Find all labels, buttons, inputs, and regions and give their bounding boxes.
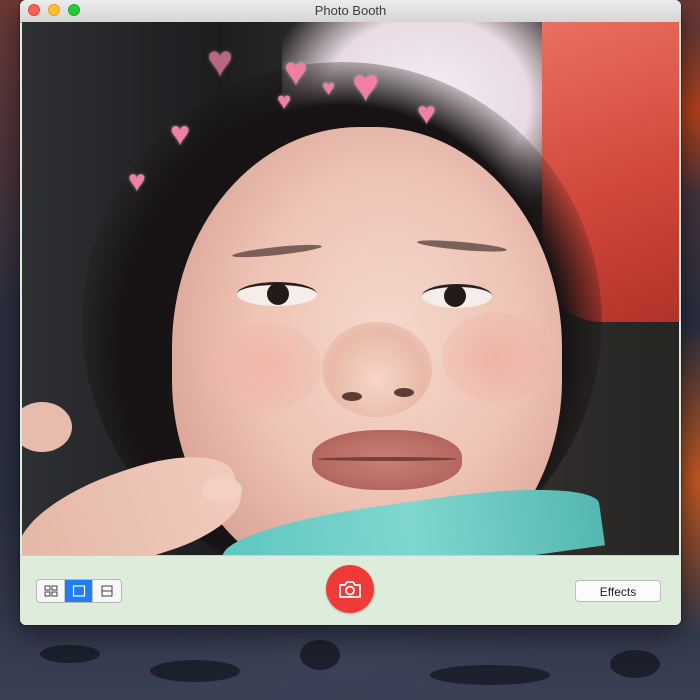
preview-nostril-right <box>394 388 414 397</box>
preview-cheek-left <box>202 322 322 412</box>
grid-four-button[interactable] <box>37 580 65 602</box>
wallpaper-speck <box>300 640 340 670</box>
heart-effect-icon: ♥ <box>128 165 146 198</box>
wallpaper-speck <box>40 645 100 663</box>
bottom-toolbar: Effects <box>20 555 681 625</box>
layout-selector <box>36 579 122 603</box>
heart-effect-icon: ♥ <box>207 37 234 86</box>
camera-icon <box>339 581 361 598</box>
window-title: Photo Booth <box>314 3 387 18</box>
grid-four-icon <box>44 585 57 597</box>
single-frame-icon <box>72 585 85 597</box>
wallpaper-speck <box>610 650 660 678</box>
photo-booth-window: Photo Booth ♥ ♥ ♥ ♥ ♥ ♥ ♥ ♥ Effects <box>20 0 681 625</box>
preview-lip-line <box>317 457 457 461</box>
filmstrip-button[interactable] <box>93 580 121 602</box>
take-photo-button[interactable] <box>326 565 374 613</box>
heart-effect-icon: ♥ <box>322 75 336 100</box>
heart-effect-icon: ♥ <box>352 59 380 111</box>
wallpaper-speck <box>150 660 240 682</box>
heart-effect-icon: ♥ <box>284 50 308 94</box>
title-bar[interactable]: Photo Booth <box>20 0 681 23</box>
preview-iris-left <box>267 283 289 305</box>
camera-preview: ♥ ♥ ♥ ♥ ♥ ♥ ♥ ♥ <box>22 22 679 555</box>
filmstrip-icon <box>101 585 113 597</box>
preview-iris-right <box>444 285 466 307</box>
preview-nostril-left <box>342 392 362 401</box>
preview-cheek-right <box>442 312 552 402</box>
preview-finger-tip <box>202 477 242 503</box>
heart-effect-icon: ♥ <box>277 88 292 115</box>
wallpaper-speck <box>430 665 550 685</box>
single-photo-button[interactable] <box>65 580 93 602</box>
preview-nose <box>322 322 432 417</box>
heart-effect-icon: ♥ <box>417 95 436 131</box>
effects-button[interactable]: Effects <box>575 580 661 602</box>
heart-effect-icon: ♥ <box>170 115 191 153</box>
